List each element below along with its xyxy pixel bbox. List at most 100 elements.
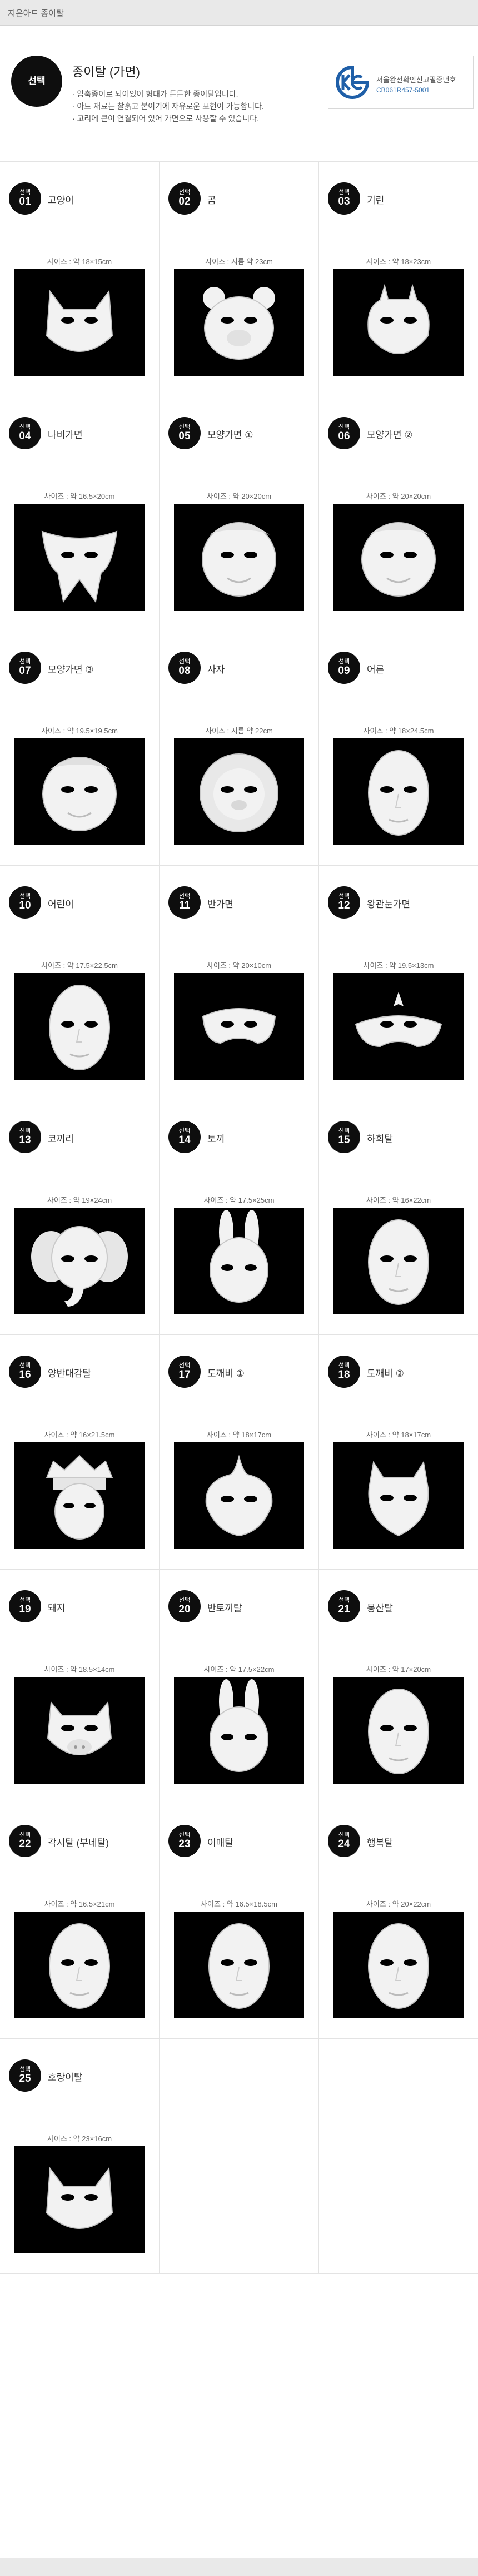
product-item[interactable]: 선택 24 행복탈 사이즈 : 약 20×22cm bbox=[319, 1816, 478, 2028]
badge-label: 선택 bbox=[19, 1597, 31, 1604]
badge-number: 12 bbox=[338, 900, 350, 911]
badge-number: 20 bbox=[178, 1604, 191, 1615]
product-item[interactable]: 선택 06 모양가면 ② 사이즈 : 약 20×20cm bbox=[319, 408, 478, 620]
product-name: 호랑이탈 bbox=[48, 2072, 83, 2083]
badge-label: 선택 bbox=[178, 189, 191, 196]
product-item[interactable]: 선택 21 봉산탈 사이즈 : 약 17×20cm bbox=[319, 1581, 478, 1793]
badge-label: 선택 bbox=[338, 189, 350, 196]
bear-mask-photo bbox=[174, 269, 304, 376]
product-name: 도깨비 ① bbox=[207, 1368, 245, 1379]
product-size: 사이즈 : 약 20×20cm bbox=[366, 492, 431, 500]
product-item[interactable]: 선택 19 돼지 사이즈 : 약 18.5×14cm bbox=[0, 1581, 159, 1793]
kc-cert-code: CB061R457-5001 bbox=[376, 86, 430, 94]
product-item[interactable]: 선택 14 토끼 사이즈 : 약 17.5×25cm bbox=[160, 1112, 318, 1324]
badge-number: 05 bbox=[178, 430, 191, 442]
giraffe-mask-photo bbox=[333, 269, 464, 376]
shape-mask-3-photo bbox=[14, 738, 145, 845]
product-name: 반토끼탈 bbox=[207, 1603, 242, 1614]
product-number-badge: 선택 14 bbox=[168, 1121, 201, 1153]
product-number-badge: 선택 13 bbox=[9, 1121, 41, 1153]
kc-cert-label: 저울완전확인신고필증번호 bbox=[376, 76, 456, 84]
product-item[interactable]: 선택 01 고양이 사이즈 : 약 18×15cm bbox=[0, 173, 159, 385]
badge-number: 22 bbox=[19, 1838, 31, 1850]
product-number-badge: 선택 06 bbox=[328, 417, 360, 449]
product-size: 사이즈 : 약 19.5×19.5cm bbox=[41, 727, 118, 735]
badge-label: 선택 bbox=[338, 424, 350, 430]
product-size: 사이즈 : 약 20×22cm bbox=[366, 1900, 431, 1908]
grid-divider bbox=[0, 2273, 478, 2274]
badge-label: 선택 bbox=[338, 893, 350, 900]
product-name: 하회탈 bbox=[367, 1134, 393, 1144]
product-size: 사이즈 : 지름 약 22cm bbox=[205, 727, 273, 735]
product-item[interactable]: 선택 15 하회탈 사이즈 : 약 16×22cm bbox=[319, 1112, 478, 1324]
product-item[interactable]: 선택 23 이매탈 사이즈 : 약 16.5×18.5cm bbox=[160, 1816, 318, 2028]
product-name: 어린이 bbox=[48, 899, 74, 910]
product-number-badge: 선택 04 bbox=[9, 417, 41, 449]
product-name: 돼지 bbox=[48, 1603, 66, 1614]
product-number-badge: 선택 16 bbox=[9, 1356, 41, 1388]
product-number-badge: 선택 09 bbox=[328, 652, 360, 684]
product-item[interactable]: 선택 04 나비가면 사이즈 : 약 16.5×20cm bbox=[0, 408, 159, 620]
product-item[interactable]: 선택 13 코끼리사이즈 : 약 19×24cm bbox=[0, 1112, 159, 1324]
lion-mask-photo bbox=[174, 738, 304, 845]
imae-mask-photo bbox=[174, 1912, 304, 2018]
product-item[interactable]: 선택 22 각시탈 (부네탈) 사이즈 : 약 16.5×21cm bbox=[0, 1816, 159, 2028]
intro-line: · 압축종이로 되어있어 형태가 튼튼한 종이탈입니다. bbox=[72, 90, 238, 98]
pig-mask-photo bbox=[14, 1677, 145, 1784]
product-item[interactable]: 선택 17 도깨비 ① 사이즈 : 약 18×17cm bbox=[160, 1347, 318, 1558]
product-item[interactable]: 선택 20 반토끼탈 사이즈 : 약 17.5×22cm bbox=[160, 1581, 318, 1793]
grid-divider bbox=[0, 865, 478, 866]
intro-description: · 압축종이로 되어있어 형태가 튼튼한 종이탈입니다. · 아트 재료는 찰흙… bbox=[72, 88, 264, 125]
product-item[interactable]: 선택 12 왕관눈가면사이즈 : 약 19.5×13cm bbox=[319, 877, 478, 1089]
badge-number: 25 bbox=[19, 2073, 31, 2084]
elephant-mask-photo bbox=[14, 1208, 145, 1314]
product-size: 사이즈 : 약 18×24.5cm bbox=[363, 727, 434, 735]
badge-number: 21 bbox=[338, 1604, 350, 1615]
product-size: 사이즈 : 약 19×24cm bbox=[47, 1196, 112, 1204]
grid-divider bbox=[0, 1334, 478, 1335]
shape-mask-1-photo bbox=[174, 504, 304, 611]
bottom-bar bbox=[0, 2558, 478, 2576]
product-number-badge: 선택 10 bbox=[9, 886, 41, 919]
product-item[interactable]: 선택 02 곰 사이즈 : 지름 약 23cm bbox=[160, 173, 318, 385]
intro-line: · 고리에 큰이 연결되어 있어 가면으로 사용할 수 있습니다. bbox=[72, 114, 259, 123]
product-name: 반가면 bbox=[207, 899, 233, 910]
badge-label: 선택 bbox=[19, 893, 31, 900]
product-name: 모양가면 ① bbox=[207, 430, 253, 440]
product-name: 고양이 bbox=[48, 195, 74, 206]
product-size: 사이즈 : 약 16×21.5cm bbox=[44, 1431, 115, 1439]
gaksi-mask-photo bbox=[14, 1912, 145, 2018]
intro-badge: 선택 bbox=[11, 56, 62, 107]
badge-number: 03 bbox=[338, 196, 350, 207]
cat-mask-photo bbox=[14, 269, 145, 376]
goblin-mask-2-photo bbox=[333, 1442, 464, 1549]
product-item[interactable]: 선택 08 사자 사이즈 : 지름 약 22cm bbox=[160, 643, 318, 855]
product-name: 코끼리 bbox=[48, 1134, 74, 1144]
top-bar: 지은아트 종이탈 bbox=[0, 0, 478, 26]
product-item[interactable]: 선택 09 어른 사이즈 : 약 18×24.5cm bbox=[319, 643, 478, 855]
yangban-mask-photo bbox=[14, 1442, 145, 1549]
badge-number: 16 bbox=[19, 1369, 31, 1381]
product-name: 왕관눈가면 bbox=[367, 899, 411, 910]
product-name: 모양가면 ② bbox=[367, 430, 413, 440]
badge-label: 선택 bbox=[178, 1832, 191, 1838]
product-item[interactable]: 선택 18 도깨비 ② 사이즈 : 약 18×17cm bbox=[319, 1347, 478, 1558]
product-item[interactable]: 선택 25 호랑이탈 사이즈 : 약 23×16cm bbox=[0, 2051, 159, 2262]
product-size: 사이즈 : 약 23×16cm bbox=[47, 2135, 112, 2143]
product-name: 사자 bbox=[207, 664, 225, 675]
product-number-badge: 선택 19 bbox=[9, 1590, 41, 1622]
tiger-mask-photo bbox=[14, 2146, 145, 2253]
badge-label: 선택 bbox=[178, 893, 191, 900]
product-size: 사이즈 : 약 19.5×13cm bbox=[363, 961, 434, 970]
product-item[interactable]: 선택 16 양반대감탈 사이즈 : 약 16×21.5cm bbox=[0, 1347, 159, 1558]
product-size: 사이즈 : 약 16.5×18.5cm bbox=[201, 1900, 277, 1908]
product-item[interactable]: 선택 05 모양가면 ① 사이즈 : 약 20×20cm bbox=[160, 408, 318, 620]
product-item[interactable]: 선택 03 기린 사이즈 : 약 18×23cm bbox=[319, 173, 478, 385]
goblin-mask-1-photo bbox=[174, 1442, 304, 1549]
product-item[interactable]: 선택 07 모양가면 ③ 사이즈 : 약 19.5×19.5cm bbox=[0, 643, 159, 855]
product-item[interactable]: 선택 11 반가면 사이즈 : 약 20×10cm bbox=[160, 877, 318, 1089]
crown-eye-mask-photo bbox=[333, 973, 464, 1080]
badge-label: 선택 bbox=[178, 1362, 191, 1369]
product-item[interactable]: 선택 10 어린이 사이즈 : 약 17.5×22.5cm bbox=[0, 877, 159, 1089]
product-name: 이매탈 bbox=[207, 1838, 233, 1848]
